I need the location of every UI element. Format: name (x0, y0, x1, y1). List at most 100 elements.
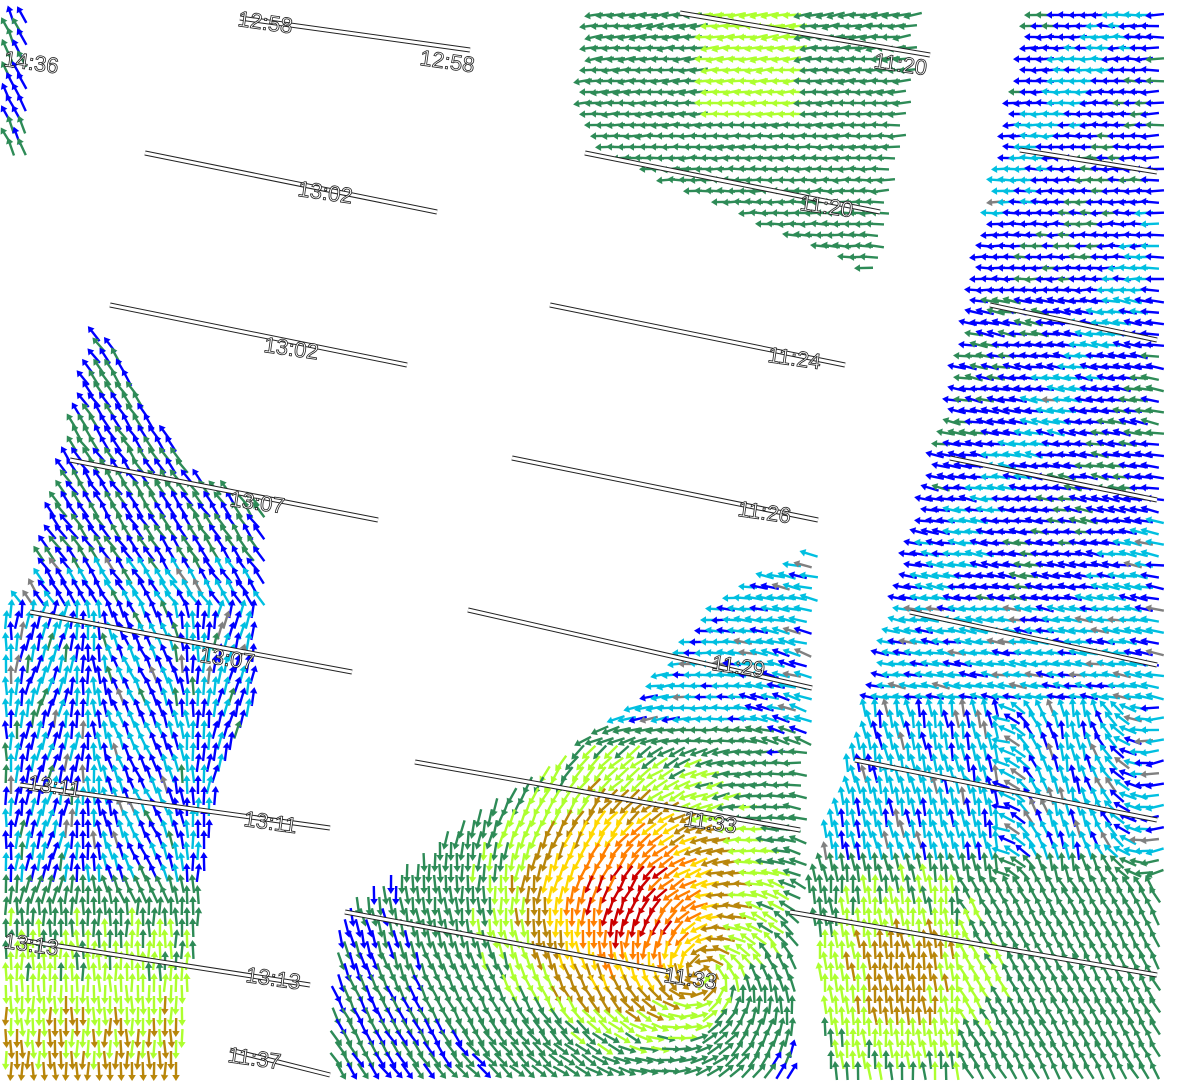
wind-arrow (1140, 307, 1160, 316)
wind-arrow (1140, 461, 1160, 470)
wind-arrow (403, 863, 411, 883)
wind-arrow (793, 582, 813, 591)
wind-arrow (782, 648, 801, 658)
wind-arrow (1145, 516, 1165, 525)
wind-arrow (1145, 77, 1165, 85)
wind-arrow (1140, 197, 1160, 206)
wind-arrow (1140, 681, 1160, 690)
wind-arrow (101, 984, 109, 1004)
wind-arrow (607, 1043, 625, 1055)
wind-arrow (1144, 897, 1156, 915)
wind-arrow (17, 973, 26, 993)
wind-arrow (150, 973, 158, 993)
wind-arrow (782, 759, 802, 767)
wind-arrow (1145, 560, 1165, 569)
wind-arrow (1094, 886, 1106, 904)
wind-arrow (390, 996, 402, 1014)
wind-arrow (172, 973, 180, 993)
wind-arrow (1145, 318, 1165, 327)
wind-arrow (105, 973, 114, 993)
wind-arrow (35, 984, 44, 1004)
wind-arrow (1140, 858, 1160, 867)
wind-arrow (1023, 1029, 1035, 1047)
wind-arrow (1140, 132, 1160, 141)
wind-arrow (1145, 604, 1165, 613)
wind-arrow (1145, 121, 1165, 129)
wind-arrow (1145, 781, 1165, 790)
wind-arrow (865, 197, 885, 206)
wind-arrow (782, 889, 801, 900)
wind-arrow (412, 1018, 424, 1036)
wind-arrow (72, 973, 81, 993)
wind-arrow (62, 973, 70, 993)
wind-arrow (500, 996, 512, 1014)
wind-arrow (16, 93, 27, 112)
wind-arrow (2, 984, 10, 1004)
wind-arrow (1145, 275, 1165, 283)
wind-arrow (991, 830, 1000, 850)
wind-arrow (1145, 231, 1165, 239)
wind-arrow (29, 973, 37, 993)
wind-arrow (1140, 483, 1160, 492)
wind-arrow (51, 973, 59, 993)
wind-arrow (1145, 296, 1165, 305)
wind-arrow (1140, 704, 1160, 713)
wind-arrow (203, 578, 215, 596)
wind-arrow (379, 996, 391, 1014)
wind-arrow (1145, 472, 1165, 481)
wind-arrow (1145, 450, 1165, 459)
wind-arrow (788, 659, 808, 668)
wind-arrow (788, 615, 808, 624)
wind-arrow (793, 647, 812, 658)
wind-arrow (11, 83, 23, 101)
wind-arrow (745, 922, 763, 934)
wind-arrow (1145, 11, 1165, 20)
wind-arrow (979, 919, 991, 937)
wind-arrow (145, 984, 153, 1004)
wind-arrow (555, 754, 568, 772)
wind-arrow (117, 973, 125, 993)
wind-arrow (66, 413, 78, 431)
wind-arrow (139, 973, 147, 993)
wind-arrow (594, 853, 607, 871)
wind-arrow (1140, 65, 1160, 74)
wind-arrow (788, 813, 808, 822)
wind-arrow (1140, 836, 1160, 845)
wind-arrow (870, 165, 890, 173)
wind-arrow (1140, 792, 1160, 801)
wind-arrow (420, 852, 428, 872)
wind-arrow (593, 744, 608, 760)
wind-arrow (16, 137, 27, 156)
wind-arrow (368, 1018, 380, 1036)
wind-arrow (1145, 362, 1165, 371)
wind-arrow (1145, 187, 1165, 196)
wind-arrow (112, 984, 121, 1004)
wind-arrow (1145, 803, 1165, 812)
wind-arrow (1140, 220, 1160, 228)
wind-arrow (1140, 351, 1160, 360)
wind-arrow (198, 567, 210, 585)
wind-arrow (1145, 252, 1165, 261)
wind-arrow (1140, 44, 1160, 53)
wind-arrow (1145, 715, 1165, 724)
wind-arrow (335, 1018, 347, 1036)
wind-arrow (6, 137, 16, 156)
wind-arrow (887, 132, 907, 141)
wind-arrow (1023, 985, 1035, 1003)
wind-arrow (656, 747, 675, 758)
wind-arrow (865, 241, 885, 250)
wind-arrow (1023, 918, 1034, 937)
wind-arrow (167, 984, 175, 1004)
wind-arrow (1140, 395, 1160, 403)
wind-arrow (387, 874, 395, 894)
wind-arrow (788, 725, 807, 735)
wind-arrow (1145, 670, 1165, 679)
wind-arrow (672, 868, 691, 879)
wind-arrow (1012, 1028, 1023, 1047)
wind-arrow (1140, 110, 1160, 119)
wind-arrow (56, 984, 65, 1004)
wind-arrow (523, 996, 534, 1015)
wind-arrow (522, 776, 534, 794)
wind-arrow (45, 984, 54, 1004)
wind-arrow (88, 567, 100, 585)
